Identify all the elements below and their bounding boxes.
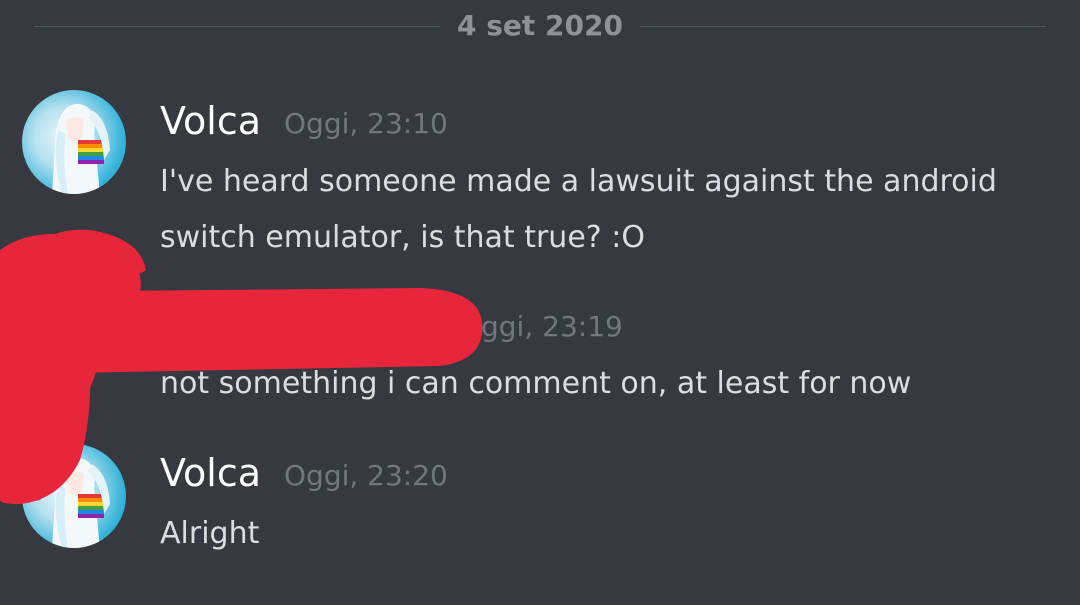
message-content-line: I've heard someone made a lawsuit agains… — [160, 164, 997, 199]
message-content-line: switch emulator, is that true? :O — [160, 220, 645, 255]
chat-messages-pane: 4 set 2020 Volca Oggi, 23:10 I've heard … — [0, 0, 1080, 605]
date-divider: 4 set 2020 — [34, 11, 1046, 41]
anime-character-avatar-icon — [52, 103, 110, 194]
message-timestamp: ggi, 23:19 — [481, 310, 623, 343]
message-content-line: Alright — [160, 516, 260, 551]
divider-line-right — [640, 26, 1046, 27]
anime-character-avatar-icon — [52, 457, 110, 548]
message-content-line: not something i can comment on, at least… — [160, 366, 912, 401]
date-divider-label: 4 set 2020 — [457, 9, 623, 42]
message-timestamp: Oggi, 23:20 — [284, 459, 448, 492]
avatar[interactable] — [22, 90, 126, 194]
message-timestamp: Oggi, 23:10 — [284, 107, 448, 140]
message-author[interactable]: Volca — [160, 452, 261, 494]
message-author[interactable]: Volca — [160, 100, 261, 142]
avatar[interactable] — [22, 444, 126, 548]
divider-line-left — [34, 26, 440, 27]
